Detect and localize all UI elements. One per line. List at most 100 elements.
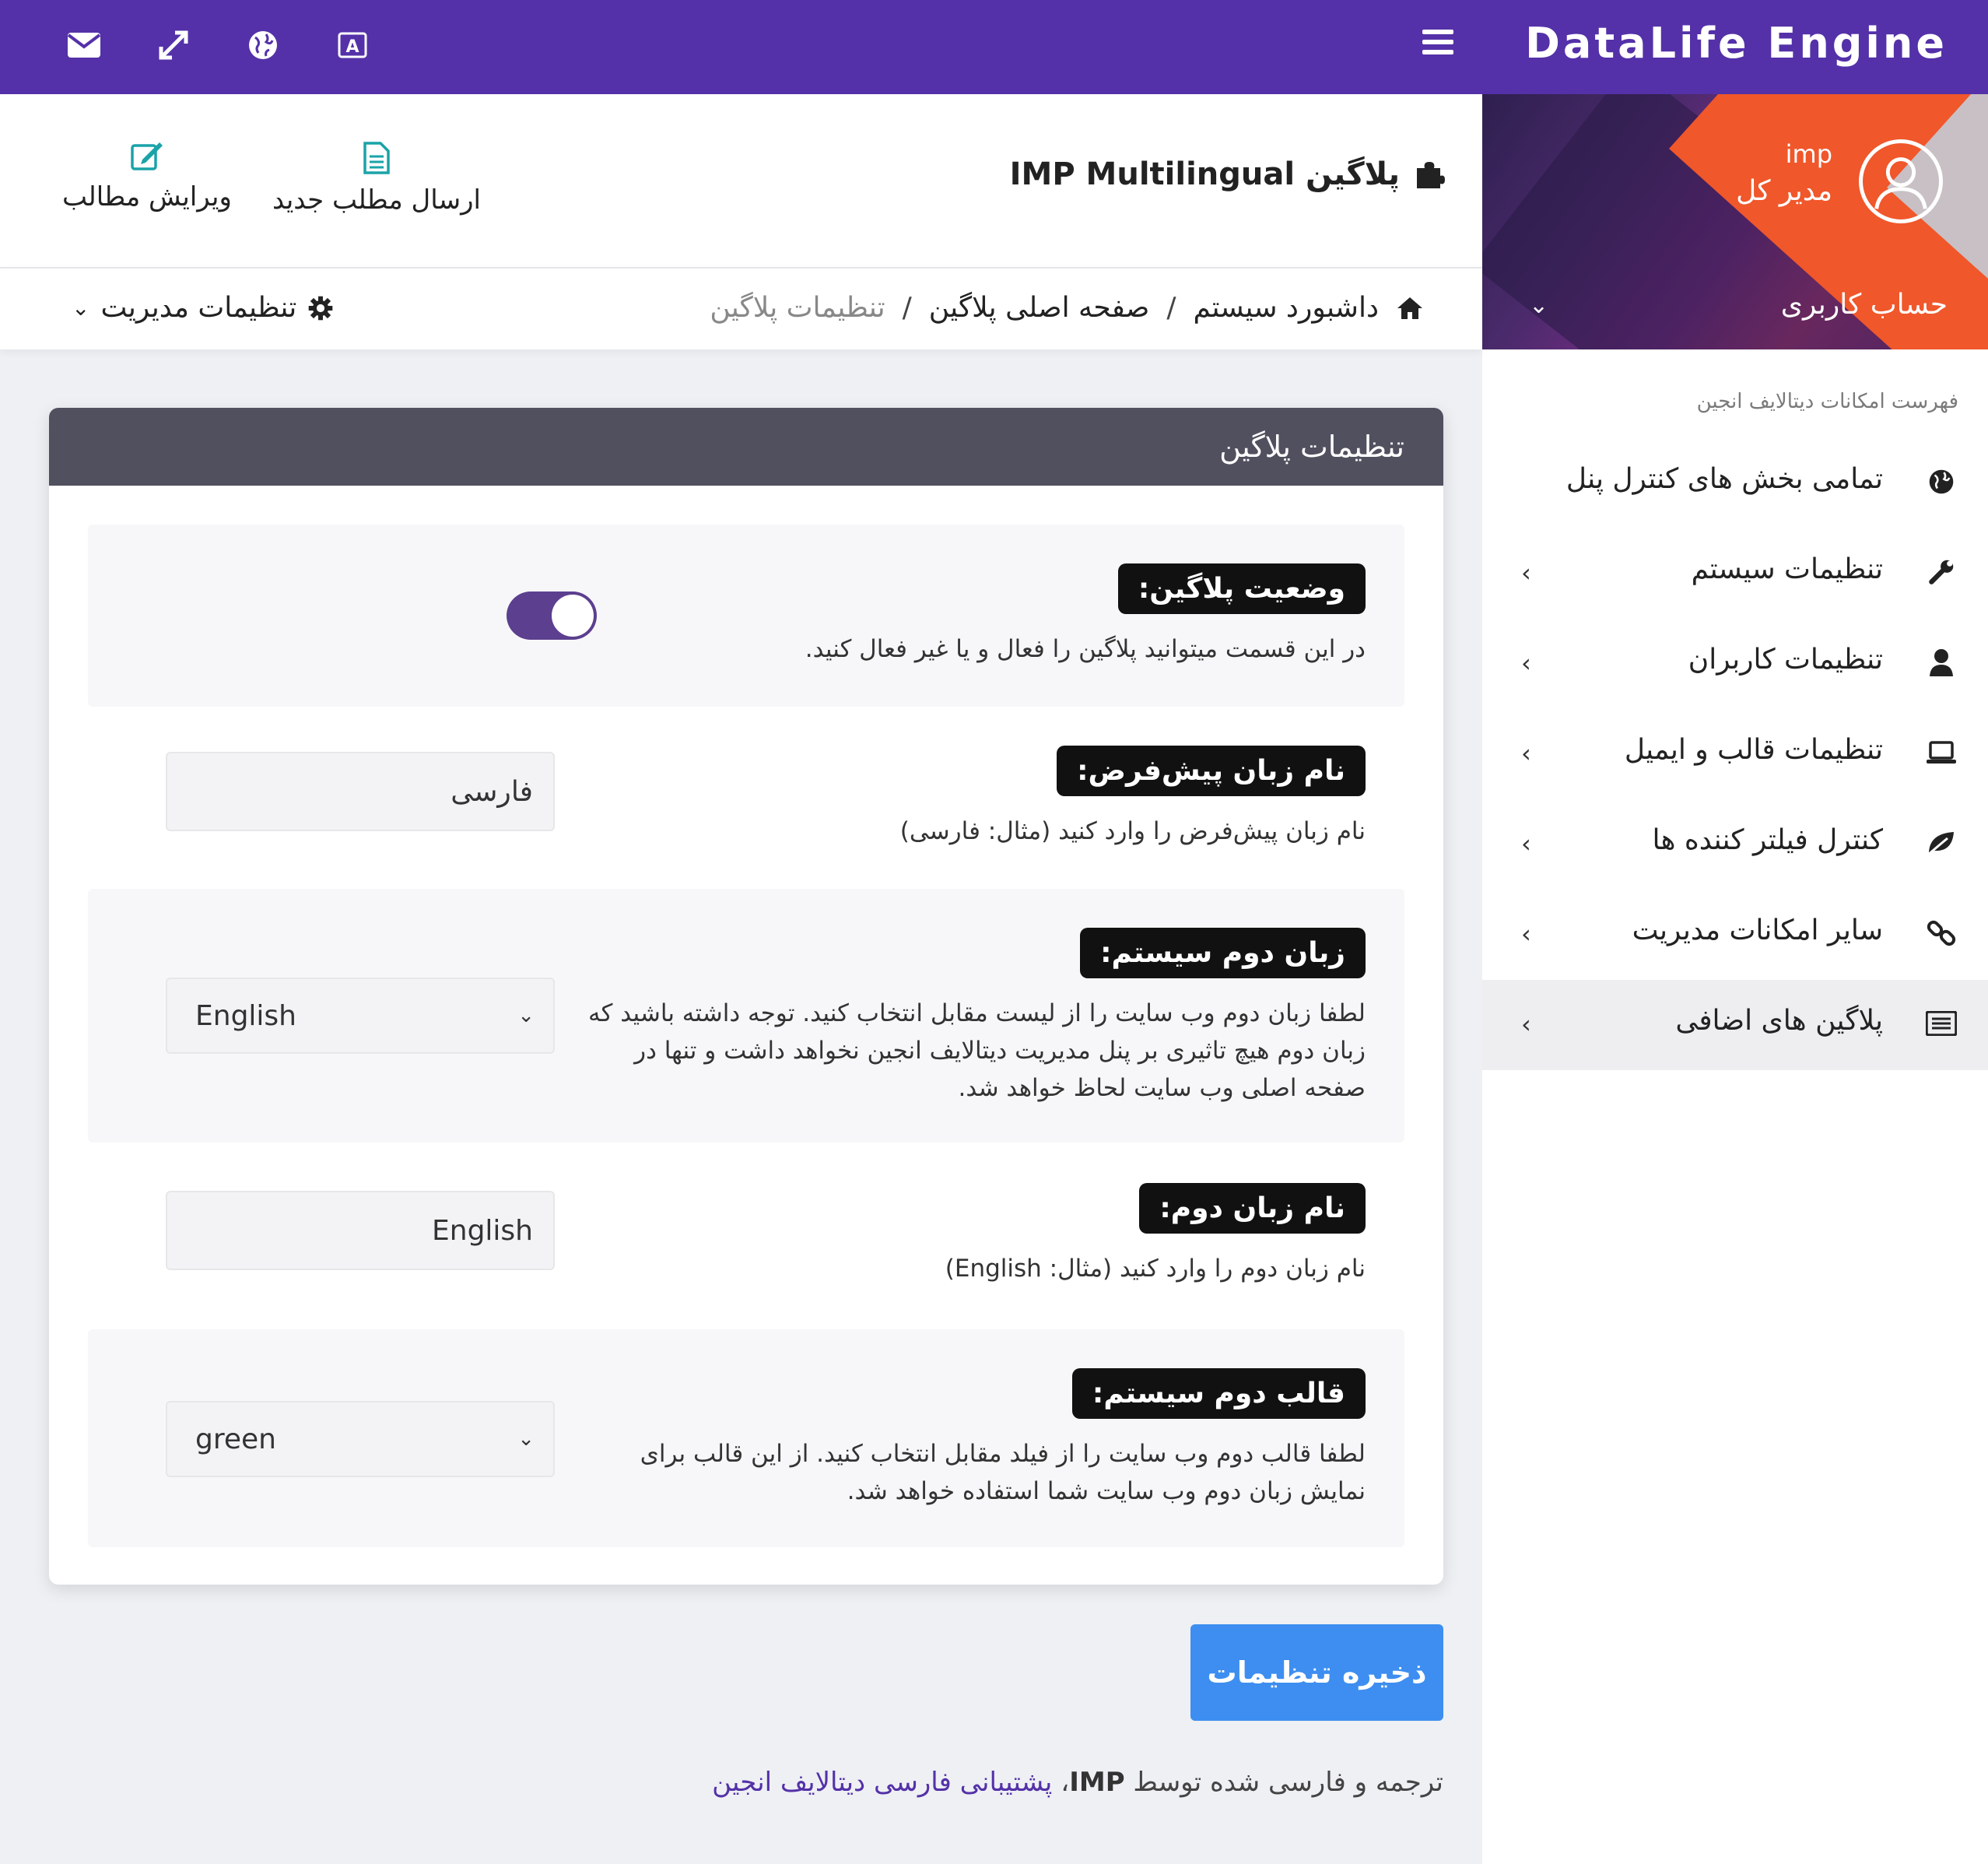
save-settings-button[interactable]: ذخیره تنظیمات xyxy=(1190,1624,1443,1721)
select-value: English xyxy=(195,999,296,1032)
user-icon xyxy=(1926,647,1957,678)
chevron-left-icon: ‹ xyxy=(1521,558,1531,588)
edit-icon xyxy=(131,142,163,170)
second-language-name-input[interactable]: English xyxy=(166,1191,555,1270)
setting-description: لطفا قالب دوم وب سایت را از فیلد مقابل ا… xyxy=(640,1440,1366,1505)
puzzle-icon xyxy=(1417,162,1445,188)
footer-credit: ترجمه و فارسی شده توسط IMP، پشتیبانی فار… xyxy=(712,1767,1443,1798)
setting-label: زبان دوم سیستم: xyxy=(1080,928,1366,978)
breadcrumb: داشبورد سیستم / صفحه اصلی پلاگین / تنظیم… xyxy=(710,292,1424,324)
hamburger-icon[interactable] xyxy=(1422,30,1453,54)
setting-label: وضعیت پلاگین: xyxy=(1117,563,1366,614)
top-bar: A DataLife Engine xyxy=(0,0,1988,94)
home-icon[interactable] xyxy=(1396,296,1424,321)
page-title: پلاگین IMP Multilingual xyxy=(1010,156,1445,192)
sidebar-item-all-sections[interactable]: تمامی بخش های کنترل پنل xyxy=(1482,438,1988,528)
translate-icon[interactable]: A xyxy=(329,22,376,68)
chevron-left-icon: ‹ xyxy=(1521,829,1531,858)
sidebar-item-label: سایر امکانات مدیریت xyxy=(1632,914,1883,946)
second-template-select[interactable]: green ⌄ xyxy=(166,1401,555,1477)
breadcrumb-dashboard[interactable]: داشبورد سیستم xyxy=(1194,292,1379,324)
default-language-input[interactable]: فارسی xyxy=(166,752,555,831)
link-icon xyxy=(1926,918,1957,949)
profile-role: مدیر کل xyxy=(1736,175,1832,207)
setting-row-default-language: نام زبان پیش‌فرض: نام زبان پیش‌فرض را وا… xyxy=(88,707,1404,889)
avatar[interactable] xyxy=(1859,139,1943,223)
setting-label: نام زبان پیش‌فرض: xyxy=(1057,746,1366,796)
gear-icon xyxy=(308,296,333,320)
sidebar-item-label: تمامی بخش های کنترل پنل xyxy=(1566,463,1883,495)
sidebar-item-label: کنترل فیلتر کننده ها xyxy=(1652,824,1883,856)
sidebar-item-label: تنظیمات کاربران xyxy=(1688,644,1883,676)
chevron-left-icon: ‹ xyxy=(1521,648,1531,678)
plugin-settings-panel: تنظیمات پلاگین وضعیت پلاگین: در این قسمت… xyxy=(49,408,1443,1585)
sidebar-item-user-settings[interactable]: تنظیمات کاربران ‹ xyxy=(1482,619,1988,709)
leaf-icon xyxy=(1926,827,1957,858)
footer-author: IMP xyxy=(1069,1767,1125,1798)
second-language-select[interactable]: English ⌄ xyxy=(166,978,555,1054)
profile-username: imp xyxy=(1785,139,1832,169)
breadcrumb-bar: داشبورد سیستم / صفحه اصلی پلاگین / تنظیم… xyxy=(0,267,1482,349)
setting-label: قالب دوم سیستم: xyxy=(1071,1368,1366,1419)
footer-support-link[interactable]: پشتیبانی فارسی دیتالایف انجین xyxy=(712,1767,1052,1798)
sidebar-item-filter-control[interactable]: کنترل فیلتر کننده ها ‹ xyxy=(1482,799,1988,890)
setting-description: در این قسمت میتوانید پلاگین را فعال و یا… xyxy=(805,635,1366,663)
setting-description: لطفا زبان دوم وب سایت را از لیست مقابل ا… xyxy=(588,999,1366,1102)
brand-title[interactable]: DataLife Engine xyxy=(1525,19,1948,68)
quick-link-edit-posts[interactable]: ویرایش مطالب xyxy=(62,141,232,212)
file-icon xyxy=(363,142,390,174)
breadcrumb-separator: / xyxy=(902,292,912,324)
sidebar-item-template-settings[interactable]: تنظیمات قالب و ایمیل ‹ xyxy=(1482,709,1988,799)
chevron-left-icon: ‹ xyxy=(1521,1009,1531,1039)
breadcrumb-current: تنظیمات پلاگین xyxy=(710,292,885,324)
sidebar: فهرست امکانات دیتالایف انجین تمامی بخش ه… xyxy=(1482,349,1988,1864)
input-value: English xyxy=(432,1214,533,1247)
list-icon xyxy=(1926,1008,1957,1039)
envelope-icon[interactable] xyxy=(61,22,107,68)
setting-label: نام زبان دوم: xyxy=(1139,1183,1366,1234)
input-value: فارسی xyxy=(451,775,533,808)
sidebar-item-label: پلاگین های اضافی xyxy=(1675,1005,1883,1037)
breadcrumb-plugin-home[interactable]: صفحه اصلی پلاگین xyxy=(929,292,1150,324)
footer-sep: ، xyxy=(1061,1767,1070,1798)
svg-text:A: A xyxy=(345,37,359,57)
sidebar-item-extra-plugins[interactable]: پلاگین های اضافی ‹ xyxy=(1482,980,1988,1070)
account-menu-label[interactable]: حساب کاربری xyxy=(1781,289,1948,321)
sidebar-item-system-settings[interactable]: تنظیمات سیستم ‹ xyxy=(1482,528,1988,619)
setting-row-status: وضعیت پلاگین: در این قسمت میتوانید پلاگی… xyxy=(88,525,1404,707)
quick-link-label: ارسال مطلب جدید xyxy=(272,184,481,216)
quick-link-label: ویرایش مطالب xyxy=(62,181,232,212)
laptop-icon xyxy=(1926,737,1957,768)
wrench-icon xyxy=(1926,556,1957,588)
select-value: green xyxy=(195,1423,276,1455)
chevron-left-icon: ‹ xyxy=(1521,739,1531,768)
globe-icon xyxy=(1926,466,1957,497)
setting-row-second-template: قالب دوم سیستم: لطفا قالب دوم وب سایت را… xyxy=(88,1329,1404,1547)
panel-title: تنظیمات پلاگین xyxy=(49,408,1443,486)
toggle-knob xyxy=(552,595,594,637)
setting-description: نام زبان دوم را وارد کنید (مثال: English… xyxy=(945,1255,1366,1283)
setting-description: نام زبان پیش‌فرض را وارد کنید (مثال: فار… xyxy=(899,817,1366,845)
chevron-down-icon: ⌄ xyxy=(517,1004,535,1027)
quick-link-new-post[interactable]: ارسال مطلب جدید xyxy=(272,141,481,216)
chevron-left-icon: ‹ xyxy=(1521,919,1531,949)
user-profile-panel: imp مدیر کل حساب کاربری ⌄ xyxy=(1482,94,1988,349)
admin-settings-label: تنظیمات مدیریت xyxy=(100,292,297,324)
setting-row-second-language: زبان دوم سیستم: لطفا زبان دوم وب سایت را… xyxy=(88,889,1404,1143)
setting-row-second-language-name: نام زبان دوم: نام زبان دوم را وارد کنید … xyxy=(88,1143,1404,1329)
sidebar-item-label: تنظیمات قالب و ایمیل xyxy=(1624,734,1883,766)
expand-icon[interactable] xyxy=(150,22,197,68)
sidebar-item-other-tools[interactable]: سایر امکانات مدیریت ‹ xyxy=(1482,890,1988,980)
chevron-down-icon: ⌄ xyxy=(72,295,90,321)
chevron-down-icon[interactable]: ⌄ xyxy=(1529,292,1548,319)
breadcrumb-separator: / xyxy=(1166,292,1176,324)
admin-settings-dropdown[interactable]: تنظیمات مدیریت ⌄ xyxy=(72,292,334,324)
content-header: پلاگین IMP Multilingual ارسال مطلب جدید … xyxy=(0,94,1482,267)
footer-prefix: ترجمه و فارسی شده توسط xyxy=(1133,1767,1443,1798)
globe-icon[interactable] xyxy=(240,22,286,68)
chevron-down-icon: ⌄ xyxy=(517,1427,535,1451)
page-title-text: پلاگین IMP Multilingual xyxy=(1009,156,1400,192)
sidebar-item-label: تنظیمات سیستم xyxy=(1691,553,1883,585)
sidebar-caption: فهرست امکانات دیتالایف انجین xyxy=(1696,390,1958,413)
plugin-status-toggle[interactable] xyxy=(507,591,597,640)
